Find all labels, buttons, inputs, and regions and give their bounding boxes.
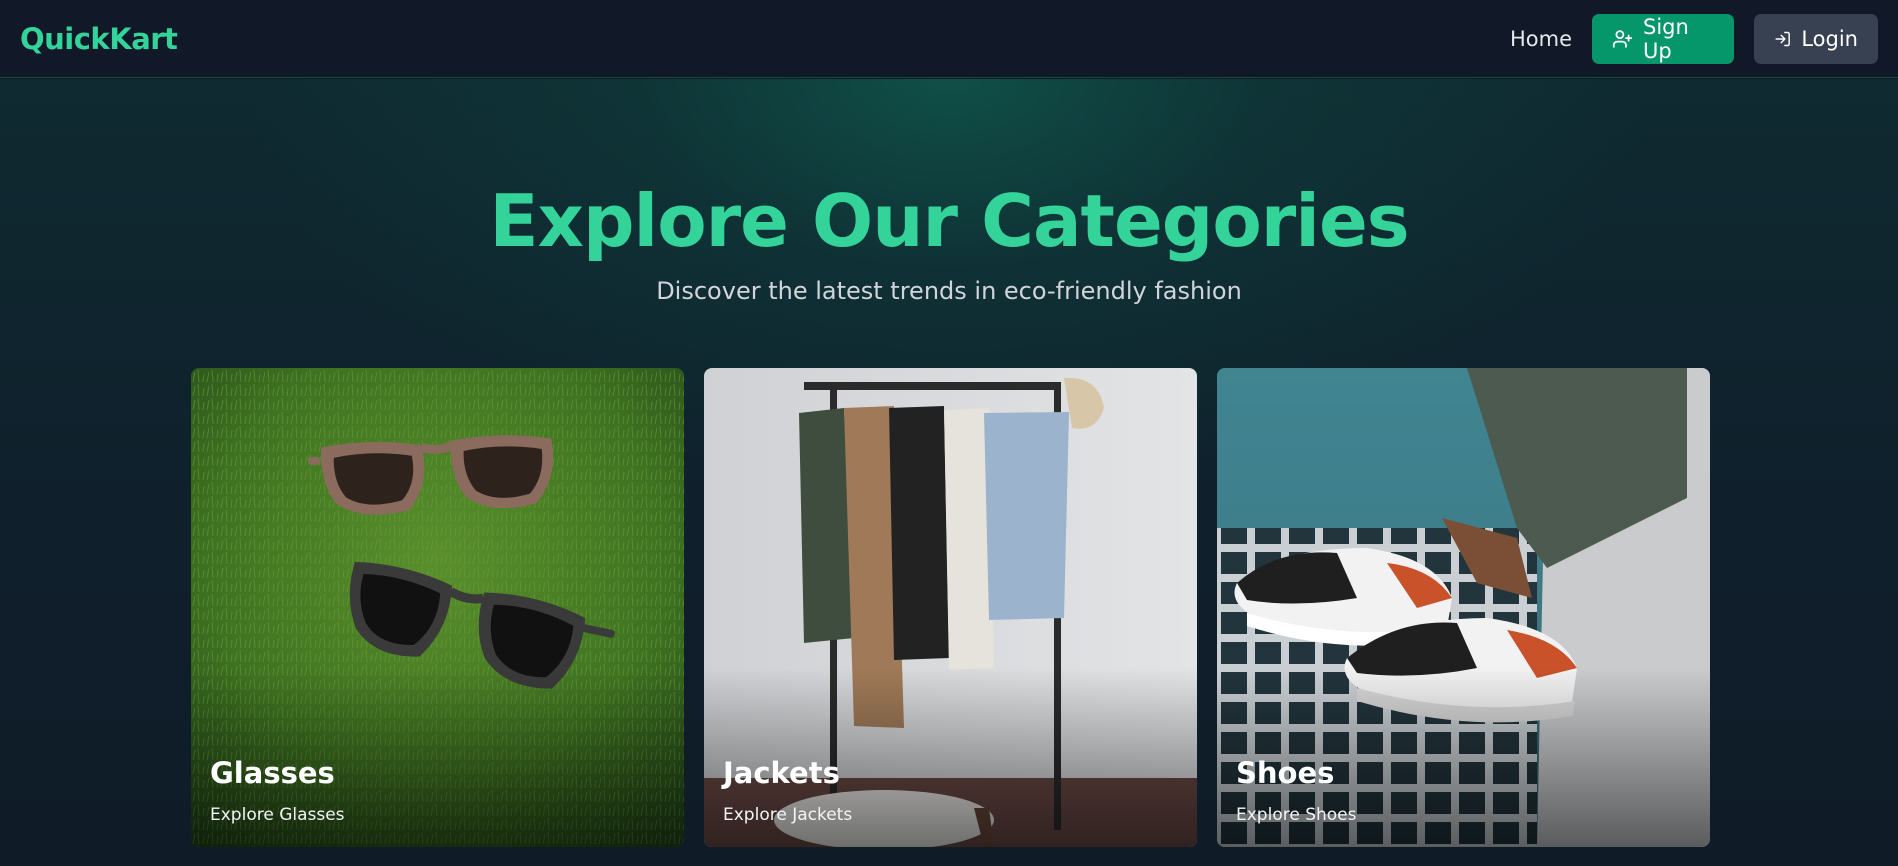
category-card-shoes[interactable]: Shoes Explore Shoes — [1217, 368, 1710, 847]
logo[interactable]: QuickKart — [20, 22, 178, 56]
category-title: Jackets — [723, 756, 840, 790]
hero-title: Explore Our Categories — [489, 179, 1409, 263]
user-plus-icon — [1612, 29, 1633, 48]
signup-button[interactable]: Sign Up — [1592, 13, 1734, 64]
nav-home-link[interactable]: Home — [1510, 27, 1572, 51]
category-explore-link[interactable]: Explore Jackets — [723, 805, 852, 825]
hero-subtitle: Discover the latest trends in eco-friend… — [656, 277, 1242, 305]
navbar: QuickKart Home Sign Up Login — [0, 0, 1898, 78]
hero-section: Explore Our Categories Discover the late… — [0, 79, 1898, 866]
category-title: Glasses — [210, 756, 335, 790]
category-grid: Glasses Explore Glasses Jackets Explore … — [191, 368, 1711, 847]
login-button[interactable]: Login — [1754, 13, 1878, 64]
category-card-jackets[interactable]: Jackets Explore Jackets — [704, 368, 1197, 847]
signup-button-label: Sign Up — [1642, 14, 1689, 63]
category-explore-link[interactable]: Explore Shoes — [1236, 805, 1356, 825]
nav-actions: Home Sign Up Login — [1510, 13, 1878, 64]
login-button-label: Login — [1801, 26, 1858, 51]
log-in-icon — [1775, 31, 1790, 46]
category-title: Shoes — [1236, 756, 1335, 790]
category-explore-link[interactable]: Explore Glasses — [210, 805, 345, 825]
category-card-glasses[interactable]: Glasses Explore Glasses — [191, 368, 684, 847]
